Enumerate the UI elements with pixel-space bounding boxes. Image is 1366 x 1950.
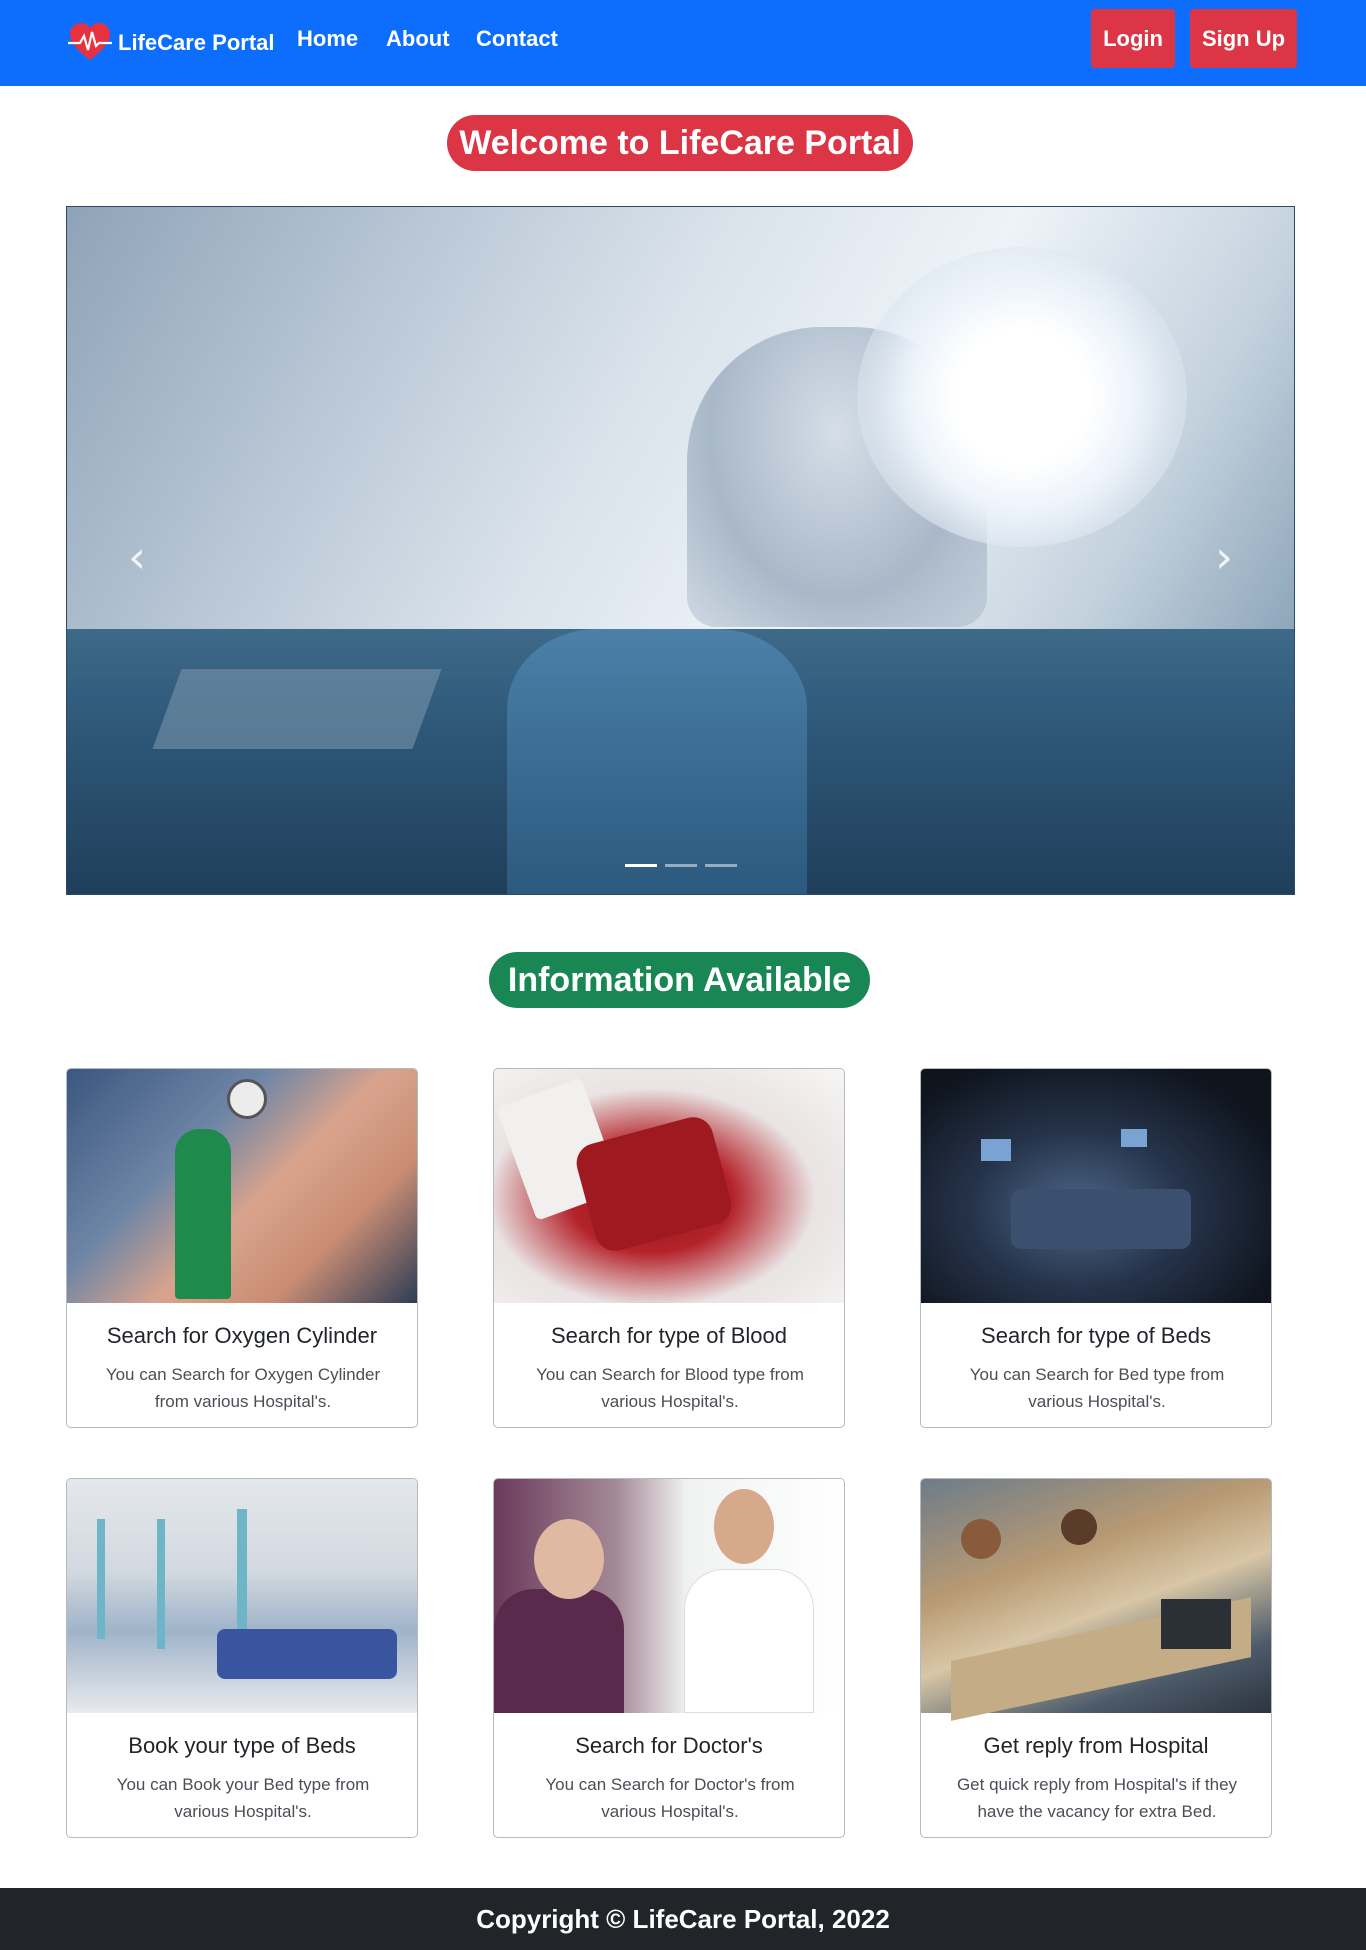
card-title: Search for Doctor's (575, 1733, 763, 1758)
carousel-indicator-3[interactable] (705, 864, 737, 867)
section-title: Information Available (489, 952, 870, 1008)
carousel-indicator-2[interactable] (665, 864, 697, 867)
card-text: You can Book your Bed type from various H… (116, 1775, 370, 1821)
card-text: You can Search for Oxygen Cylinder from v… (105, 1365, 381, 1411)
login-button[interactable]: Login (1091, 9, 1175, 68)
card-title: Search for type of Blood (550, 1323, 788, 1348)
nav-about[interactable]: About (386, 26, 450, 52)
card-oxygen[interactable]: Search for Oxygen Cylinder You can Searc… (66, 1068, 418, 1428)
card-beds[interactable]: Search for type of Beds You can Search f… (920, 1068, 1272, 1428)
carousel-indicator-1[interactable] (625, 864, 657, 867)
card-text: You can Search for Doctor's from various … (545, 1775, 795, 1821)
brand-link[interactable]: LifeCare Portal (68, 22, 275, 64)
carousel-slide-image-lower (67, 629, 1294, 894)
card-doctor[interactable]: Search for Doctor's You can Search for D… (493, 1478, 845, 1838)
card-blood[interactable]: Search for type of Blood You can Search … (493, 1068, 845, 1428)
hero-title: Welcome to LifeCare Portal (447, 115, 913, 171)
brand-name: LifeCare Portal (118, 30, 275, 55)
carousel-prev-button[interactable]: ‹ (107, 527, 167, 587)
nav-contact[interactable]: Contact (476, 26, 558, 52)
carousel-slide-image (67, 207, 1294, 629)
doctor-patient-image (494, 1479, 844, 1713)
chevron-right-icon: › (1215, 531, 1233, 583)
blood-bags-image (494, 1069, 844, 1303)
hospital-reception-image (921, 1479, 1271, 1721)
card-title: Get reply from Hospital (983, 1733, 1209, 1758)
card-title: Search for Oxygen Cylinder (106, 1323, 378, 1348)
footer: Copyright © LifeCare Portal, 2022 (0, 1888, 1366, 1950)
hero-carousel: ‹ › (66, 206, 1295, 895)
card-title: Book your type of Beds (128, 1733, 356, 1758)
surgical-gown (507, 629, 807, 894)
carousel-indicators (625, 864, 737, 867)
card-text: You can Search for Blood type from variou… (536, 1365, 804, 1411)
card-text: You can Search for Bed type from various … (969, 1365, 1225, 1411)
carousel-next-button[interactable]: › (1194, 527, 1254, 587)
card-title: Search for type of Beds (981, 1323, 1211, 1348)
card-hospital-reply[interactable]: Get reply from Hospital Get quick reply … (920, 1478, 1272, 1838)
hospital-bed-image (921, 1069, 1271, 1303)
card-text: Get quick reply from Hospital's if they h… (956, 1775, 1238, 1821)
navbar: LifeCare Portal Home About Contact Login… (0, 0, 1366, 86)
hospital-ward-image (67, 1479, 417, 1713)
card-book-beds[interactable]: Book your type of Beds You can Book your… (66, 1478, 418, 1838)
chevron-left-icon: ‹ (128, 531, 146, 583)
instrument-tray (152, 669, 442, 749)
oxygen-cylinder-image (67, 1069, 417, 1303)
signup-button[interactable]: Sign Up (1190, 9, 1297, 68)
nav-home[interactable]: Home (297, 26, 358, 52)
surgical-lamp (857, 247, 1187, 547)
heart-pulse-icon (68, 23, 112, 60)
